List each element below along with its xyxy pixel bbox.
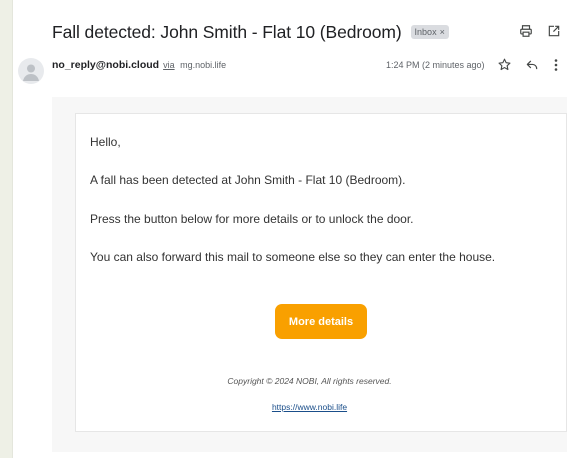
- forward-text: You can also forward this mail to someon…: [90, 250, 496, 264]
- more-details-button[interactable]: More details: [275, 304, 367, 339]
- website-link[interactable]: https://www.nobi.life: [272, 402, 347, 412]
- more-vertical-icon[interactable]: [552, 58, 560, 72]
- person-avatar-icon: [23, 64, 39, 81]
- subject-row: Fall detected: John Smith - Flat 10 (Bed…: [52, 19, 552, 45]
- email-subject: Fall detected: John Smith - Flat 10 (Bed…: [52, 21, 402, 42]
- email-timestamp: 1:24 PM (2 minutes ago): [386, 60, 485, 70]
- remove-label-icon[interactable]: ×: [440, 27, 445, 37]
- greeting-text: Hello,: [90, 135, 121, 149]
- star-icon[interactable]: [497, 57, 512, 72]
- printer-icon[interactable]: [519, 24, 533, 38]
- inbox-label-text: Inbox: [414, 27, 437, 37]
- reply-icon[interactable]: [525, 58, 539, 72]
- sender-address[interactable]: no_reply@nobi.cloud: [52, 59, 159, 71]
- sender-row: no_reply@nobi.cloud via mg.nobi.life: [52, 59, 226, 73]
- fall-detected-text: A fall has been detected at John Smith -…: [90, 173, 406, 187]
- instruction-text: Press the button below for more details …: [90, 212, 414, 226]
- website-link-container: https://www.nobi.life: [52, 402, 567, 412]
- via-domain: mg.nobi.life: [180, 60, 227, 70]
- sender-avatar[interactable]: [18, 58, 44, 84]
- via-info: via mg.nobi.life: [163, 60, 226, 70]
- copyright-text: Copyright © 2024 NOBI, All rights reserv…: [227, 376, 392, 386]
- open-in-new-window-icon[interactable]: [547, 24, 561, 38]
- via-link[interactable]: via: [163, 60, 175, 70]
- inbox-label-chip[interactable]: Inbox ×: [410, 25, 449, 39]
